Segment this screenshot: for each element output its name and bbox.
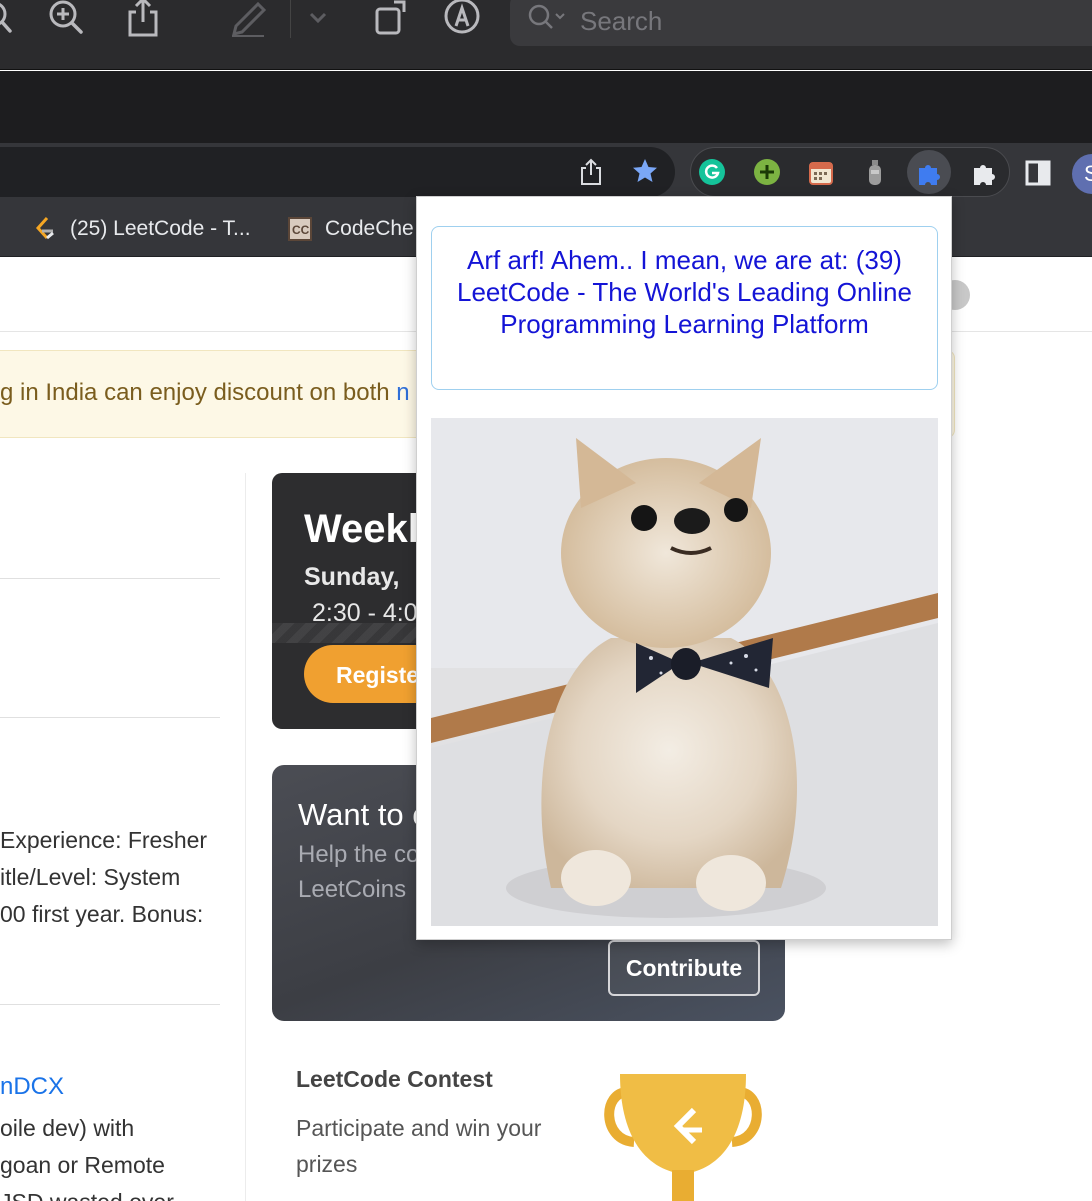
weekly-contest-card: Weekl Sunday, 2:30 - 4:0 Registe	[272, 473, 432, 729]
list-divider	[0, 578, 220, 579]
notice-text: g in India can enjoy discount on both n	[0, 379, 410, 406]
os-toolbar: Search	[0, 0, 1092, 70]
bookmark-item[interactable]: (25) LeetCode - T...	[32, 214, 251, 244]
job-post-text: Experience: Fresher itle/Level: System 0…	[0, 827, 208, 927]
dog-photo	[431, 418, 938, 926]
share-page-icon[interactable]	[580, 158, 602, 191]
column-divider	[245, 473, 246, 1201]
puzzle-extension-active-icon[interactable]	[915, 159, 943, 192]
codechef-icon: CC	[287, 216, 313, 242]
trophy-icon	[598, 1070, 768, 1201]
calendar-extension-icon[interactable]	[808, 160, 834, 191]
contribute-title: Want to c	[298, 797, 428, 832]
extensions-group	[690, 147, 1010, 197]
bookmark-star-icon[interactable]	[631, 157, 659, 190]
rotate-icon[interactable]	[374, 0, 410, 40]
share-icon[interactable]	[126, 0, 160, 40]
weekly-time: 2:30 - 4:0	[312, 599, 418, 627]
zoom-in-icon[interactable]	[48, 0, 84, 40]
popup-message: Arf arf! Ahem.. I mean, we are at: (39) …	[431, 226, 938, 390]
omnibox[interactable]	[0, 147, 675, 197]
contribute-subtitle: Help the co	[298, 841, 420, 868]
list-divider	[0, 1004, 220, 1005]
svg-text:CC: CC	[292, 223, 310, 237]
search-placeholder: Search	[580, 6, 663, 36]
weekly-day: Sunday,	[304, 563, 400, 591]
register-button[interactable]: Registe	[304, 645, 432, 703]
search-icon[interactable]	[0, 0, 16, 40]
toolbar-separator	[290, 0, 291, 38]
contest-title: LeetCode Contest	[296, 1066, 493, 1092]
leetcode-icon	[32, 216, 58, 242]
search-field-icon	[528, 4, 568, 44]
bookmark-label: (25) LeetCode - T...	[70, 217, 251, 240]
grammarly-icon[interactable]	[698, 158, 726, 191]
notice-link[interactable]: n	[396, 379, 409, 406]
contest-description: Participate and win your prizes	[296, 1115, 542, 1177]
job-post-text: oile dev) with goan or Remote JSD wasted…	[0, 1115, 174, 1201]
weekly-title: Weekl	[304, 507, 419, 551]
annotate-icon[interactable]	[444, 0, 482, 40]
bookmark-item[interactable]: CC CodeChe	[287, 214, 414, 244]
contribute-button[interactable]: Contribute	[608, 940, 760, 996]
plus-extension-icon[interactable]	[753, 158, 781, 191]
contribute-subtitle: LeetCoins	[298, 876, 407, 903]
list-divider	[0, 717, 220, 718]
side-panel-icon[interactable]	[1025, 160, 1051, 191]
window-tab-strip	[0, 71, 1092, 143]
extension-popup: Arf arf! Ahem.. I mean, we are at: (39) …	[416, 196, 952, 940]
post-link[interactable]: nDCX	[0, 1073, 64, 1101]
markup-pen-icon[interactable]	[228, 0, 268, 40]
puzzle-menu-icon[interactable]	[970, 159, 998, 192]
bookmark-label: CodeChe	[325, 217, 414, 240]
bottle-extension-icon[interactable]	[866, 158, 884, 193]
chevron-down-icon[interactable]	[308, 0, 328, 40]
